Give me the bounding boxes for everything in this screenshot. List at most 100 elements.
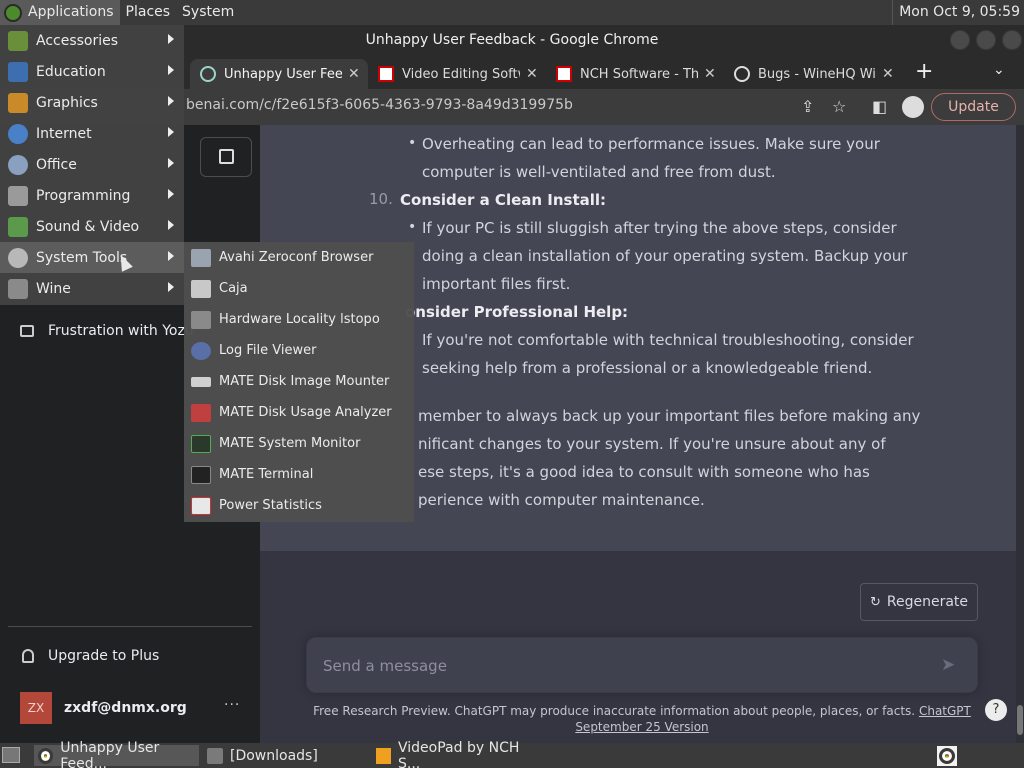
more-options-icon[interactable]: ··· xyxy=(224,697,240,713)
menu-item-label: Wine xyxy=(36,280,71,297)
tab-label: Unhappy User Feedback xyxy=(224,66,342,82)
menu-item-education[interactable]: Education xyxy=(0,56,184,87)
submenu-item-log-viewer[interactable]: Log File Viewer xyxy=(184,335,414,366)
submenu-item-disk-image-mounter[interactable]: MATE Disk Image Mounter xyxy=(184,366,414,397)
upgrade-to-plus-button[interactable]: Upgrade to Plus xyxy=(22,648,159,664)
tab-bugs-winehq[interactable]: Bugs - WineHQ Wiki ✕ xyxy=(724,59,902,89)
taskbar-item-label: Unhappy User Feed... xyxy=(60,739,160,768)
menu-item-label: Sound & Video xyxy=(36,218,140,235)
submenu-item-system-monitor[interactable]: MATE System Monitor xyxy=(184,428,414,459)
sidebar-toggle-button[interactable] xyxy=(200,137,252,177)
menu-item-office[interactable]: Office xyxy=(0,149,184,180)
tab-video-editing-software[interactable]: Video Editing Software ✕ xyxy=(368,59,546,89)
minimize-button[interactable] xyxy=(950,30,970,50)
submenu-arrow-icon xyxy=(168,158,174,168)
message-input[interactable] xyxy=(323,656,923,676)
regenerate-button[interactable]: ↻ Regenerate xyxy=(860,583,978,621)
applications-menu-label: Applications xyxy=(28,4,114,20)
taskbar-item-videopad[interactable]: VideoPad by NCH S... xyxy=(372,740,537,768)
submenu-item-power-statistics[interactable]: Power Statistics xyxy=(184,490,414,521)
close-window-button[interactable] xyxy=(1002,30,1022,50)
bullet-icon: • xyxy=(408,219,417,235)
applications-dropdown: Accessories Education Graphics Internet … xyxy=(0,25,184,305)
menu-item-programming[interactable]: Programming xyxy=(0,180,184,211)
url-field[interactable]: benai.com/c/f2e615f3-6065-4363-9793-8a49… xyxy=(186,97,573,113)
share-icon[interactable]: ⇪ xyxy=(801,97,814,116)
submenu-item-disk-usage[interactable]: MATE Disk Usage Analyzer xyxy=(184,397,414,428)
refresh-icon: ↻ xyxy=(869,594,881,610)
taskbar-item-label: VideoPad by NCH S... xyxy=(398,739,520,768)
close-tab-icon[interactable]: ✕ xyxy=(882,66,894,82)
tab-unhappy-user-feedback[interactable]: Unhappy User Feedback ✕ xyxy=(190,59,368,89)
message-line: perience with computer maintenance. xyxy=(418,491,705,509)
education-icon xyxy=(8,61,28,82)
nch-icon xyxy=(556,66,572,82)
message-line: seeking help from a professional or a kn… xyxy=(422,359,873,377)
menu-item-label: Programming xyxy=(36,187,131,204)
menu-item-accessories[interactable]: Accessories xyxy=(0,25,184,56)
send-icon[interactable]: ➤ xyxy=(941,655,955,675)
submenu-arrow-icon xyxy=(168,189,174,199)
submenu-item-terminal[interactable]: MATE Terminal xyxy=(184,459,414,490)
close-tab-icon[interactable]: ✕ xyxy=(704,66,716,82)
gear-icon xyxy=(8,247,28,268)
tab-nch-software[interactable]: NCH Software - Thank you ✕ xyxy=(546,59,724,89)
menu-item-system-tools[interactable]: System Tools xyxy=(0,242,184,273)
submenu-item-label: Caja xyxy=(219,281,248,296)
menu-item-internet[interactable]: Internet xyxy=(0,118,184,149)
disk-icon xyxy=(191,376,211,387)
programming-icon xyxy=(8,185,28,206)
message-composer: ➤ xyxy=(306,637,978,693)
submenu-arrow-icon xyxy=(168,251,174,261)
message-line: nificant changes to your system. If you'… xyxy=(418,435,886,453)
sidebar-toggle-icon xyxy=(219,149,234,164)
message-line: Overheating can lead to performance issu… xyxy=(422,135,880,153)
applications-menu[interactable]: Applications xyxy=(0,0,120,25)
message-heading: Consider a Clean Install: xyxy=(400,191,607,209)
footer-text: Free Research Preview. ChatGPT may produ… xyxy=(313,704,916,718)
show-desktop-icon[interactable] xyxy=(2,747,20,763)
disk-usage-icon xyxy=(191,403,211,422)
update-button[interactable]: Update xyxy=(931,93,1016,121)
help-button[interactable]: ? xyxy=(985,699,1007,721)
submenu-item-label: Power Statistics xyxy=(219,498,322,513)
places-menu[interactable]: Places xyxy=(120,0,177,25)
list-number: 10. xyxy=(369,190,393,208)
profile-avatar-icon[interactable] xyxy=(902,96,924,118)
submenu-item-label: MATE Disk Usage Analyzer xyxy=(219,405,392,420)
taskbar-item-downloads[interactable]: [Downloads] xyxy=(203,745,368,766)
submenu-item-caja[interactable]: Caja xyxy=(184,273,414,304)
tray-chrome-icon[interactable] xyxy=(937,746,957,766)
tab-label: Video Editing Software xyxy=(402,66,520,82)
upgrade-label: Upgrade to Plus xyxy=(48,648,160,664)
side-panel-icon[interactable]: ◧ xyxy=(872,97,887,116)
menu-item-graphics[interactable]: Graphics xyxy=(0,87,184,118)
top-panel: Applications Places System Mon Oct 9, 05… xyxy=(0,0,1024,25)
taskbar-item-chrome[interactable]: Unhappy User Feed... xyxy=(34,740,199,768)
account-email: zxdf@dnmx.org xyxy=(64,700,187,716)
bookmark-star-icon[interactable]: ☆ xyxy=(832,97,846,116)
submenu-item-avahi[interactable]: Avahi Zeroconf Browser xyxy=(184,242,414,273)
internet-globe-icon xyxy=(8,123,28,144)
mate-logo-icon xyxy=(4,3,22,22)
close-tab-icon[interactable]: ✕ xyxy=(526,66,538,82)
menu-item-label: Education xyxy=(36,63,106,80)
new-tab-button[interactable]: + xyxy=(915,59,933,84)
accessories-icon xyxy=(8,30,28,51)
scrollbar[interactable] xyxy=(1016,125,1024,743)
submenu-item-lstopo[interactable]: Hardware Locality lstopo xyxy=(184,304,414,335)
maximize-button[interactable] xyxy=(976,30,996,50)
menu-item-label: System Tools xyxy=(36,249,128,266)
menu-item-sound-video[interactable]: Sound & Video xyxy=(0,211,184,242)
account-button[interactable]: ZX zxdf@dnmx.org xyxy=(20,692,187,724)
system-menu[interactable]: System xyxy=(176,0,240,25)
scrollbar-thumb[interactable] xyxy=(1017,705,1023,735)
message-line: doing a clean installation of your opera… xyxy=(422,247,908,265)
menu-item-label: Internet xyxy=(36,125,92,142)
tab-search-chevron-icon[interactable]: ⌄ xyxy=(993,62,1005,78)
menu-item-wine[interactable]: Wine xyxy=(0,273,184,304)
clock[interactable]: Mon Oct 9, 05:59 xyxy=(892,0,1020,25)
close-tab-icon[interactable]: ✕ xyxy=(348,66,360,82)
conversation-title: Frustration with Yozu xyxy=(48,323,194,339)
submenu-arrow-icon xyxy=(168,34,174,44)
